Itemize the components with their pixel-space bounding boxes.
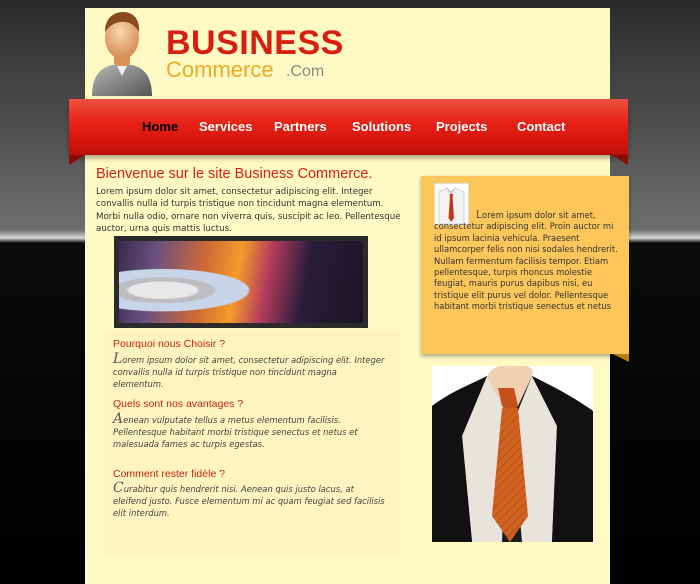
sidebar-paragraph: Lorem ipsum dolor sit amet, consectetur …	[434, 209, 620, 313]
dropcap-letter: C	[113, 480, 124, 496]
feature-body: urabitur quis hendrerit nisi. Aenean qui…	[113, 484, 385, 519]
logo-com-text: .Com	[286, 63, 325, 80]
nav-fold-right	[612, 155, 628, 165]
welcome-heading: Bienvenue sur le site Business Commerce.	[96, 166, 373, 182]
nav-item-home[interactable]: Home	[142, 119, 178, 134]
feature-text-loyalty: Curabitur quis hendrerit nisi. Aenean qu…	[113, 480, 388, 520]
cd-image-frame	[114, 236, 368, 328]
nav-item-projects[interactable]: Projects	[436, 119, 487, 134]
businessman-suit-image	[432, 366, 593, 542]
intro-paragraph: Lorem ipsum dolor sit amet, consectetur …	[96, 187, 401, 235]
feature-text-advantages: Aenean vulputate tellus a metus elementu…	[113, 411, 388, 451]
sidebar-fold	[613, 354, 629, 362]
cd-disc-image	[119, 241, 363, 323]
feature-text-why-us: Lorem ipsum dolor sit amet, consectetur …	[113, 351, 388, 391]
nav-fold-left	[69, 155, 85, 165]
user-avatar-icon	[92, 12, 152, 96]
logo-business-text: BUSINESS	[166, 24, 344, 62]
feature-body: orem ipsum dolor sit amet, consectetur a…	[113, 355, 385, 390]
feature-title-why-us: Pourquoi nous Choisir ?	[113, 338, 226, 350]
feature-title-advantages: Quels sont nos avantages ?	[113, 398, 244, 410]
nav-item-partners[interactable]: Partners	[274, 119, 327, 134]
sidebar-body: orem ipsum dolor sit amet, consectetur a…	[434, 210, 618, 312]
nav-item-services[interactable]: Services	[199, 119, 253, 134]
dropcap-letter: A	[113, 411, 124, 427]
logo-commerce-text: Commerce	[166, 57, 274, 82]
feature-title-loyalty: Comment rester fidèle ?	[113, 468, 226, 480]
nav-item-contact[interactable]: Contact	[517, 119, 565, 134]
feature-body: enean vulputate tellus a metus elementum…	[113, 415, 358, 450]
nav-item-solutions[interactable]: Solutions	[352, 119, 411, 134]
dropcap-letter: L	[113, 351, 123, 367]
